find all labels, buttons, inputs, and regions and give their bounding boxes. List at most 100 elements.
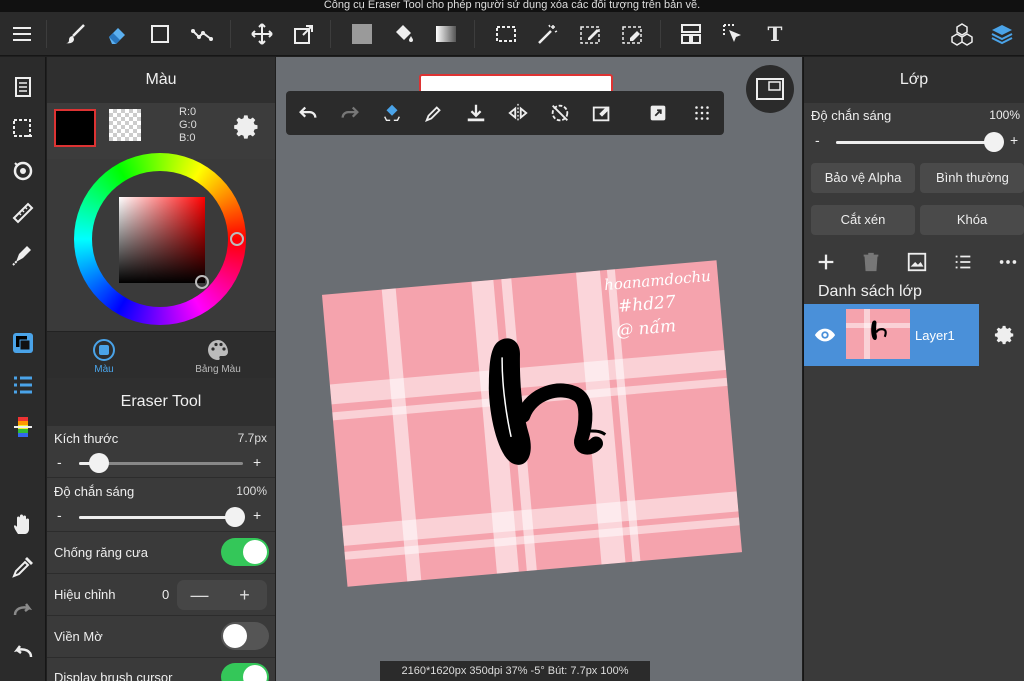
more-options-icon[interactable] [995,249,1021,275]
operation-tool-icon[interactable] [717,18,749,50]
blend-mode-button[interactable]: Bình thường [920,163,1024,193]
text-tool-icon[interactable]: T [759,18,791,50]
redo-icon[interactable] [7,593,39,625]
selection-icon[interactable] [7,113,39,145]
sv-knob[interactable] [195,275,209,289]
brush-list-icon[interactable] [7,369,39,401]
layer-list-icon[interactable] [950,249,976,275]
layer-opacity-fill [836,141,994,144]
share-icon[interactable] [644,99,672,127]
magic-wand-icon[interactable] [532,18,564,50]
transform-tool-icon[interactable] [288,18,320,50]
size-slider-knob[interactable] [88,453,109,473]
material-icon[interactable] [946,18,978,50]
hand-icon[interactable] [7,509,39,541]
shape-tool-icon[interactable] [144,18,176,50]
select-eraser-icon[interactable] [616,18,648,50]
opacity-slider[interactable] [79,507,245,527]
layer-opacity-knob[interactable] [984,132,1004,152]
navigator-button[interactable] [746,65,794,113]
gradient-tool-icon[interactable] [430,18,462,50]
blur-edge-toggle[interactable] [221,622,269,650]
fill-color-icon[interactable] [346,18,378,50]
alpha-protect-button[interactable]: Bảo vệ Alpha [811,163,915,193]
layer-opacity-minus[interactable]: - [815,132,820,148]
toolbar-divider [474,20,475,48]
size-property: Kích thước 7.7px - + [47,426,275,478]
color-swatch-icon[interactable] [7,327,39,359]
opacity-slider-knob[interactable] [225,507,245,527]
color-settings-gear-icon[interactable] [233,113,261,141]
add-layer-icon[interactable] [813,249,839,275]
bucket-tool-icon[interactable] [388,18,420,50]
antialias-label: Chống răng cưa [54,545,148,560]
rotate-reset-icon[interactable] [546,99,574,127]
eyedropper-icon[interactable] [7,551,39,583]
canvas-area[interactable]: hoanamdochu #hd27 @ nấm 2160*1620px 350d… [276,57,802,681]
layer-settings-gear-icon[interactable] [991,321,1019,349]
layer-opacity-plus[interactable]: + [1010,132,1018,148]
toolbar-divider [660,20,661,48]
opacity-plus[interactable]: + [253,507,261,523]
tab-color[interactable]: Màu [47,332,161,379]
visibility-eye-icon[interactable] [811,321,839,349]
frame-tool-icon[interactable] [675,18,707,50]
correction-stepper: — + [177,580,267,610]
select-tool-icon[interactable] [490,18,522,50]
snap-pen-icon[interactable] [7,239,39,271]
opacity-minus[interactable]: - [57,507,62,523]
correction-minus-button[interactable]: — [177,580,222,610]
brush-tool-icon[interactable] [60,18,92,50]
main-color-swatch[interactable] [54,109,96,147]
artwork-canvas[interactable]: hoanamdochu #hd27 @ nấm [321,260,743,587]
tab-color-label: Màu [94,364,114,375]
size-plus[interactable]: + [253,454,261,470]
brush-cursor-toggle[interactable] [221,663,269,681]
layer-image-icon[interactable] [904,249,930,275]
eraser-tool-icon[interactable] [102,18,134,50]
hue-knob[interactable] [230,232,244,246]
size-slider[interactable] [79,453,243,473]
undo-icon[interactable] [7,635,39,667]
color-tabs: Màu Bảng Màu [47,331,275,378]
clip-button[interactable]: Cắt xén [811,205,915,235]
pages-icon[interactable] [7,71,39,103]
clear-eraser-icon[interactable] [378,99,406,127]
rgb-r: R:0 [179,106,197,118]
trash-icon[interactable] [858,249,884,275]
tool-property-panel: Eraser Tool Kích thước 7.7px - + Độ chắn… [47,378,275,681]
tab-palette[interactable]: Bảng Màu [161,332,275,379]
layer-thumbnail [846,309,910,359]
floating-command-bar [286,91,724,135]
caption-banner: Công cụ Eraser Tool cho phép người sử dụ… [0,0,1024,12]
layers-icon[interactable] [986,18,1018,50]
undo-arrow-icon[interactable] [294,99,322,127]
flip-horizontal-icon[interactable] [504,99,532,127]
layer-row[interactable]: Layer1 [804,304,979,366]
redo-arrow-icon[interactable] [336,99,364,127]
size-label: Kích thước [54,431,119,446]
more-grid-icon[interactable] [688,99,716,127]
layer-opacity-slider[interactable] [836,132,1004,152]
saturation-value-square[interactable] [119,197,205,283]
clear-layer-icon[interactable] [588,99,616,127]
size-minus[interactable]: - [57,454,62,470]
select-pen-icon[interactable] [574,18,606,50]
move-tool-icon[interactable] [246,18,278,50]
lock-button[interactable]: Khóa [920,205,1024,235]
line-tool-icon[interactable] [186,18,218,50]
opacity-property: Độ chắn sáng 100% - + [47,478,275,532]
sub-color-swatch[interactable] [109,109,141,141]
rotate-icon[interactable] [7,155,39,187]
layer-panel: Lớp Độ chắn sáng 100% - + Bảo vệ Alpha B… [803,57,1024,681]
save-download-icon[interactable] [462,99,490,127]
antialias-toggle[interactable] [221,538,269,566]
left-toolbar [0,57,46,681]
correction-plus-button[interactable]: + [222,580,267,610]
toggle-knob [243,540,267,564]
menu-icon[interactable] [6,18,38,50]
dropper-icon[interactable] [420,99,448,127]
ruler-icon[interactable] [7,197,39,229]
palette-strip-icon[interactable] [7,411,39,443]
layer-panel-title: Lớp [804,57,1024,103]
